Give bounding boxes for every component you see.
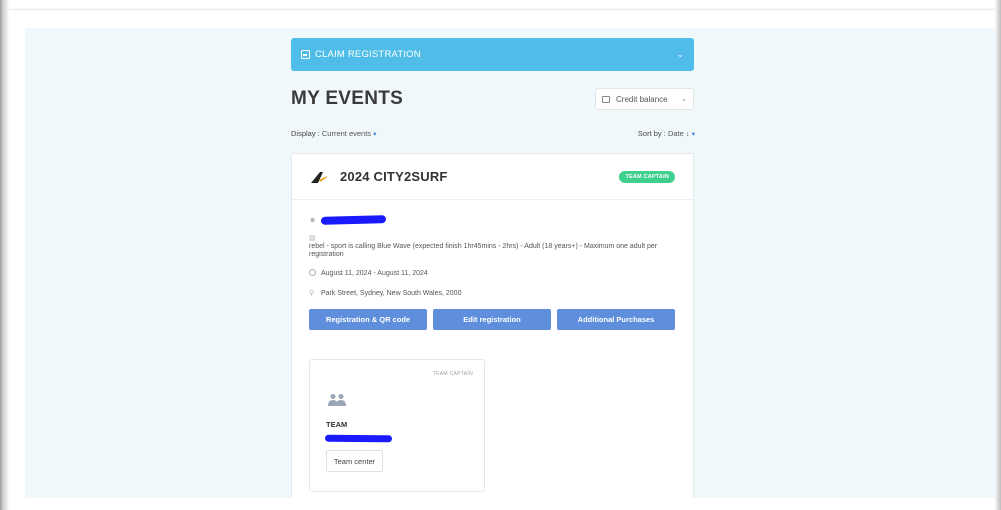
window-frame-top bbox=[0, 0, 1001, 10]
event-title: 2024 CITY2SURF bbox=[340, 169, 448, 184]
event-actions: Registration & QR code Edit registration… bbox=[309, 309, 676, 330]
caret-down-icon[interactable]: ▾ bbox=[373, 131, 376, 138]
chevron-down-icon: ⌄ bbox=[681, 96, 687, 103]
team-captain-badge: TEAM CAPTAIN bbox=[619, 170, 675, 183]
event-location: Park Street, Sydney, New South Wales, 20… bbox=[321, 289, 462, 297]
sort-label: Sort by : bbox=[637, 129, 666, 138]
map-pin-icon: ⚲ bbox=[309, 290, 315, 297]
window-frame-right bbox=[995, 0, 1001, 510]
redacted-participant-name bbox=[320, 215, 387, 225]
location-row: ⚲ Park Street, Sydney, New South Wales, … bbox=[309, 287, 676, 299]
event-card-header: 2024 CITY2SURF TEAM CAPTAIN bbox=[292, 154, 693, 200]
redacted-team-name bbox=[324, 434, 393, 443]
ticket-icon: ▤ bbox=[309, 235, 316, 242]
claim-registration-bar[interactable]: CLAIM REGISTRATION ⌄ bbox=[291, 38, 694, 71]
page-title: MY EVENTS bbox=[291, 88, 404, 109]
event-details: ☻ ▤ rebel - sport is calling Blue Wave (… bbox=[292, 200, 693, 330]
credit-balance-dropdown[interactable]: Credit balance ⌄ bbox=[595, 88, 694, 110]
edit-icon bbox=[301, 50, 310, 59]
ticket-description: rebel - sport is calling Blue Wave (expe… bbox=[309, 243, 658, 258]
team-captain-label: TEAM CAPTAIN bbox=[432, 371, 473, 377]
user-icon: ☻ bbox=[309, 216, 317, 224]
edit-registration-button[interactable]: Edit registration bbox=[433, 309, 551, 330]
display-filter: Display : Current events ▾ bbox=[291, 129, 376, 138]
team-icon bbox=[328, 394, 346, 406]
sort-filter: Sort by : Date ↓ ▾ bbox=[638, 129, 695, 138]
display-label: Display : bbox=[291, 129, 320, 138]
display-filter-value[interactable]: Current events bbox=[322, 129, 371, 138]
team-center-button[interactable]: Team center bbox=[326, 450, 383, 472]
registration-qr-button[interactable]: Registration & QR code bbox=[309, 309, 427, 330]
claim-registration-label: CLAIM REGISTRATION bbox=[315, 49, 421, 60]
wallet-icon bbox=[602, 95, 610, 103]
credit-balance-label: Credit balance bbox=[616, 94, 668, 104]
window-frame-left bbox=[0, 0, 9, 510]
team-card: TEAM CAPTAIN TEAM Team center bbox=[309, 359, 485, 492]
chevron-down-icon: ⌄ bbox=[676, 49, 684, 59]
event-dates: August 11, 2024 - August 11, 2024 bbox=[321, 269, 428, 277]
team-label: TEAM bbox=[326, 420, 348, 429]
date-row: August 11, 2024 - August 11, 2024 bbox=[309, 267, 676, 279]
event-logo-icon bbox=[311, 171, 327, 183]
ticket-row: ▤ rebel - sport is calling Blue Wave (ex… bbox=[309, 234, 676, 259]
sort-filter-value[interactable]: Date ↓ bbox=[668, 129, 690, 138]
clock-icon bbox=[309, 268, 321, 278]
event-card: 2024 CITY2SURF TEAM CAPTAIN ☻ ▤ rebel - … bbox=[291, 153, 694, 498]
additional-purchases-button[interactable]: Additional Purchases bbox=[557, 309, 675, 330]
caret-down-icon[interactable]: ▾ bbox=[692, 131, 695, 138]
participant-row: ☻ bbox=[309, 212, 676, 228]
page-viewport: CLAIM REGISTRATION ⌄ MY EVENTS Credit ba… bbox=[25, 28, 995, 498]
